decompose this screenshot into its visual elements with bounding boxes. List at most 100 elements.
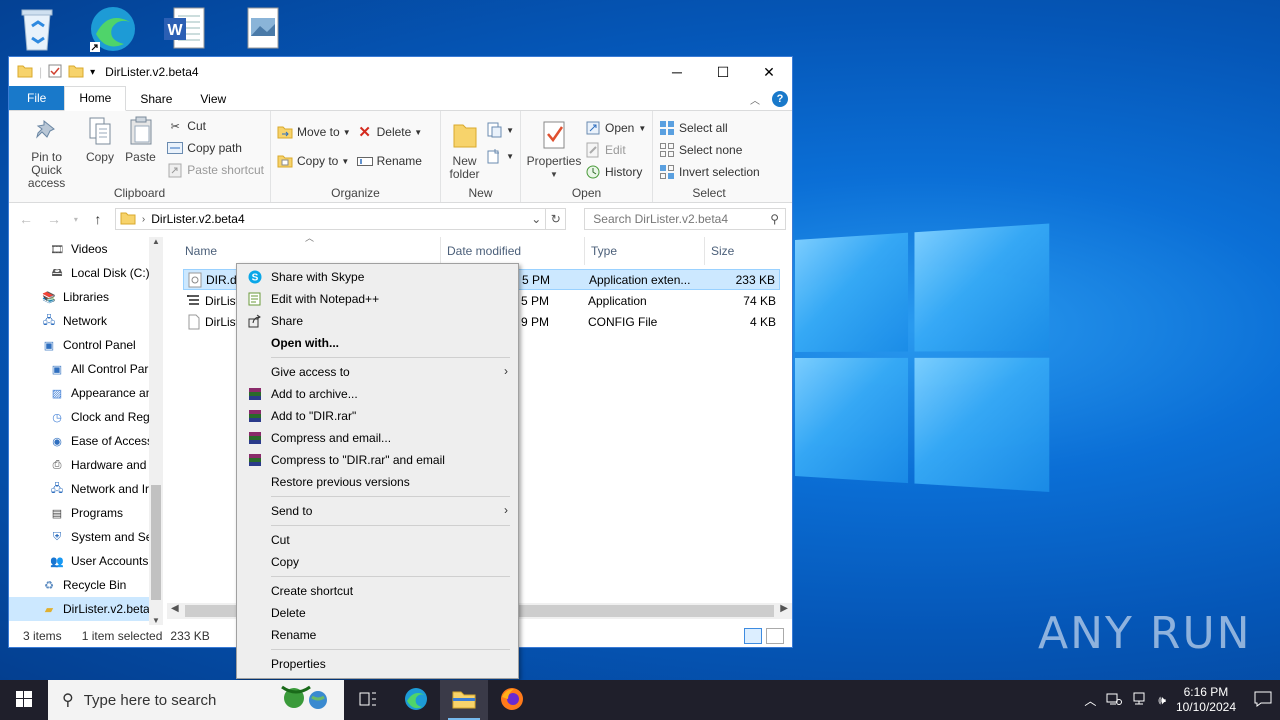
scroll-up-icon[interactable]: ▲	[149, 237, 163, 246]
nav-item[interactable]: ◷ Clock and Regi	[9, 405, 163, 429]
menu-item-restore-versions[interactable]: Restore previous versions	[237, 471, 518, 493]
menu-item-delete[interactable]: Delete	[237, 602, 518, 624]
taskbar-firefox[interactable]	[488, 680, 536, 720]
scroll-left-icon[interactable]: ◀	[171, 603, 179, 614]
menu-item-send-to[interactable]: Send to ›	[237, 500, 518, 522]
address-dropdown-icon[interactable]: ⌄	[527, 212, 545, 226]
rename-button[interactable]: Rename	[356, 150, 423, 172]
menu-item-share-skype[interactable]: S Share with Skype	[237, 266, 518, 288]
task-view-button[interactable]	[344, 680, 392, 720]
menu-item-compress-rar-email[interactable]: Compress to "DIR.rar" and email	[237, 449, 518, 471]
pin-quick-access-button[interactable]: Pin to Quick access	[15, 115, 78, 190]
nav-item[interactable]: ▣ All Control Par	[9, 357, 163, 381]
details-view-icon[interactable]	[744, 628, 762, 644]
taskbar-edge[interactable]	[392, 680, 440, 720]
copy-to-button[interactable]: Copy to ▼	[277, 150, 351, 172]
open-button[interactable]: Open ▼	[585, 117, 646, 139]
tab-view[interactable]: View	[186, 88, 240, 110]
nav-item[interactable]: ⎙ Hardware and	[9, 453, 163, 477]
clock[interactable]: 6:16 PM 10/10/2024	[1176, 685, 1236, 715]
nav-item[interactable]: 🖴 Local Disk (C:)	[9, 261, 163, 285]
menu-item-give-access[interactable]: Give access to ›	[237, 361, 518, 383]
taskbar-file-explorer[interactable]	[440, 680, 488, 720]
easy-access-button[interactable]: ▼	[486, 145, 514, 167]
menu-item-create-shortcut[interactable]: Create shortcut	[237, 580, 518, 602]
copy-path-button[interactable]: Copy path	[167, 137, 264, 159]
nav-item[interactable]: ▣ Control Panel	[9, 333, 163, 357]
nav-item[interactable]: 📚 Libraries	[9, 285, 163, 309]
new-folder-qat-icon[interactable]	[68, 64, 84, 81]
qat-dropdown-icon[interactable]: ▾	[90, 67, 95, 78]
select-none-button[interactable]: Select none	[659, 139, 759, 161]
forward-arrow-icon[interactable]: →	[43, 211, 65, 227]
recycle-bin-icon[interactable]	[14, 4, 64, 54]
nav-scrollbar[interactable]: ▲ ▼	[149, 237, 163, 625]
menu-item-properties[interactable]: Properties	[237, 653, 518, 675]
column-date-modified[interactable]: Date modified	[441, 237, 585, 265]
refresh-icon[interactable]: ↻	[546, 208, 567, 230]
maximize-button[interactable]: ☐	[700, 57, 746, 87]
menu-item-copy[interactable]: Copy	[237, 551, 518, 573]
properties-button[interactable]: Properties ▼	[527, 119, 581, 183]
breadcrumb[interactable]: DirLister.v2.beta4	[151, 212, 244, 226]
taskbar-search-input[interactable]: ⚲ Type here to search	[48, 680, 344, 720]
menu-item-cut[interactable]: Cut	[237, 529, 518, 551]
scrollbar-thumb[interactable]	[151, 485, 161, 600]
volume-icon[interactable]: 🕪	[1158, 693, 1166, 708]
search-input[interactable]: Search DirLister.v2.beta4 ⚲	[584, 208, 786, 230]
nav-item[interactable]: 🖧 Network	[9, 309, 163, 333]
nav-item[interactable]: ▨ Appearance an	[9, 381, 163, 405]
new-item-button[interactable]: ▼	[486, 119, 514, 141]
menu-item-edit-notepad[interactable]: Edit with Notepad++	[237, 288, 518, 310]
show-hidden-icons-icon[interactable]: ︿	[1084, 692, 1096, 709]
tab-file[interactable]: File	[9, 86, 65, 110]
copy-button[interactable]: Copy	[82, 115, 118, 190]
menu-item-compress-email[interactable]: Compress and email...	[237, 427, 518, 449]
nav-item[interactable]: ⛨ System and Sec	[9, 525, 163, 549]
nav-item[interactable]: 🎞 Videos	[9, 237, 163, 261]
invert-selection-button[interactable]: Invert selection	[659, 161, 760, 183]
scroll-right-icon[interactable]: ▶	[780, 603, 788, 614]
tab-share[interactable]: Share	[126, 88, 186, 110]
nav-item[interactable]: ▰ DirLister.v2.beta4	[9, 597, 163, 621]
notifications-icon[interactable]	[1254, 691, 1272, 710]
nav-item[interactable]: ◉ Ease of Access	[9, 429, 163, 453]
column-type[interactable]: Type	[585, 237, 705, 265]
move-to-button[interactable]: Move to ▼	[277, 121, 351, 143]
history-button[interactable]: History	[585, 161, 646, 183]
nav-item[interactable]: 🖧 Network and Ir	[9, 477, 163, 501]
column-size[interactable]: Size	[705, 237, 785, 265]
menu-item-share[interactable]: Share	[237, 310, 518, 332]
nav-item[interactable]: ♻ Recycle Bin	[9, 573, 163, 597]
network-status-icon[interactable]	[1106, 692, 1123, 709]
delete-button[interactable]: ✕ Delete ▼	[357, 121, 422, 143]
ethernet-icon[interactable]	[1132, 692, 1148, 709]
close-button[interactable]: ✕	[746, 57, 792, 87]
back-arrow-icon[interactable]: ←	[15, 211, 37, 227]
collapse-ribbon-icon[interactable]: ︿	[750, 92, 760, 107]
cut-button[interactable]: ✂ Cut	[167, 115, 264, 137]
paste-button[interactable]: Paste	[122, 115, 160, 190]
word-document-icon[interactable]: W	[162, 4, 212, 54]
menu-item-add-rar[interactable]: Add to "DIR.rar"	[237, 405, 518, 427]
edge-icon[interactable]	[88, 4, 138, 54]
menu-item-add-archive[interactable]: Add to archive...	[237, 383, 518, 405]
help-icon[interactable]: ?	[772, 91, 788, 107]
address-field[interactable]: › DirLister.v2.beta4 ⌄	[114, 208, 547, 230]
recent-dropdown-icon[interactable]: ▾	[71, 215, 81, 224]
tab-home[interactable]: Home	[64, 86, 127, 111]
start-button[interactable]	[0, 680, 48, 720]
paste-shortcut-button[interactable]: Paste shortcut	[167, 159, 264, 181]
large-icons-view-icon[interactable]	[766, 628, 784, 644]
edit-button[interactable]: Edit	[585, 139, 646, 161]
scroll-down-icon[interactable]: ▼	[149, 616, 163, 625]
select-all-button[interactable]: Select all	[659, 117, 759, 139]
menu-item-open-with[interactable]: Open with...	[237, 332, 518, 354]
image-file-icon[interactable]	[240, 4, 290, 54]
minimize-button[interactable]: ─	[654, 57, 700, 87]
up-arrow-icon[interactable]: ↑	[87, 211, 109, 227]
new-folder-button[interactable]: New folder	[447, 119, 482, 181]
nav-item[interactable]: ▤ Programs	[9, 501, 163, 525]
properties-qat-icon[interactable]	[48, 64, 62, 81]
menu-item-rename[interactable]: Rename	[237, 624, 518, 646]
